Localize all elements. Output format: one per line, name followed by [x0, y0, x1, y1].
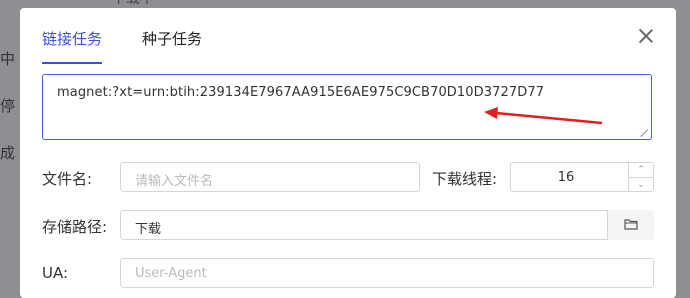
threads-value: 16: [557, 170, 575, 185]
filename-label: 文件名:: [42, 170, 93, 188]
tab-link-task[interactable]: 链接任务: [42, 28, 102, 49]
save-path-value: 下载: [135, 222, 162, 237]
annotation-arrow-icon: [484, 107, 603, 125]
task-type-tabs: 链接任务 种子任务: [42, 28, 662, 64]
link-input-value: magnet:?xt=urn:btih:239134E7967AA915E6AE…: [57, 85, 545, 100]
tab-torrent-task[interactable]: 种子任务: [142, 28, 202, 49]
active-tab-indicator: [42, 62, 102, 64]
save-path-input[interactable]: 下载: [120, 210, 654, 240]
ua-label: UA:: [42, 264, 69, 282]
chevron-down-icon[interactable]: ⌄: [629, 178, 653, 192]
save-path-label: 存储路径:: [42, 218, 108, 236]
threads-label: 下载线程:: [432, 170, 498, 188]
threads-stepper[interactable]: 16 ⌃ ⌄: [510, 162, 654, 192]
stepper-buttons: ⌃ ⌄: [628, 163, 653, 191]
folder-icon: [624, 219, 638, 230]
close-icon[interactable]: [638, 28, 654, 44]
background-title-fragment: 下载中: [112, 0, 154, 8]
ua-input[interactable]: User-Agent: [120, 258, 654, 288]
filename-input[interactable]: 请输入文件名: [120, 162, 420, 192]
resize-handle-icon[interactable]: [641, 129, 649, 137]
filename-placeholder: 请输入文件名: [135, 174, 214, 189]
ua-placeholder: User-Agent: [135, 266, 207, 281]
browse-folder-button[interactable]: [607, 210, 654, 240]
background-menu-fragment: 停: [0, 97, 16, 115]
chevron-up-icon[interactable]: ⌃: [629, 163, 653, 178]
background-menu-fragment: 中: [0, 50, 16, 68]
new-task-dialog: 链接任务 种子任务 magnet:?xt=urn:btih:239134E796…: [20, 8, 676, 298]
background-menu-fragment: 成: [0, 144, 16, 162]
